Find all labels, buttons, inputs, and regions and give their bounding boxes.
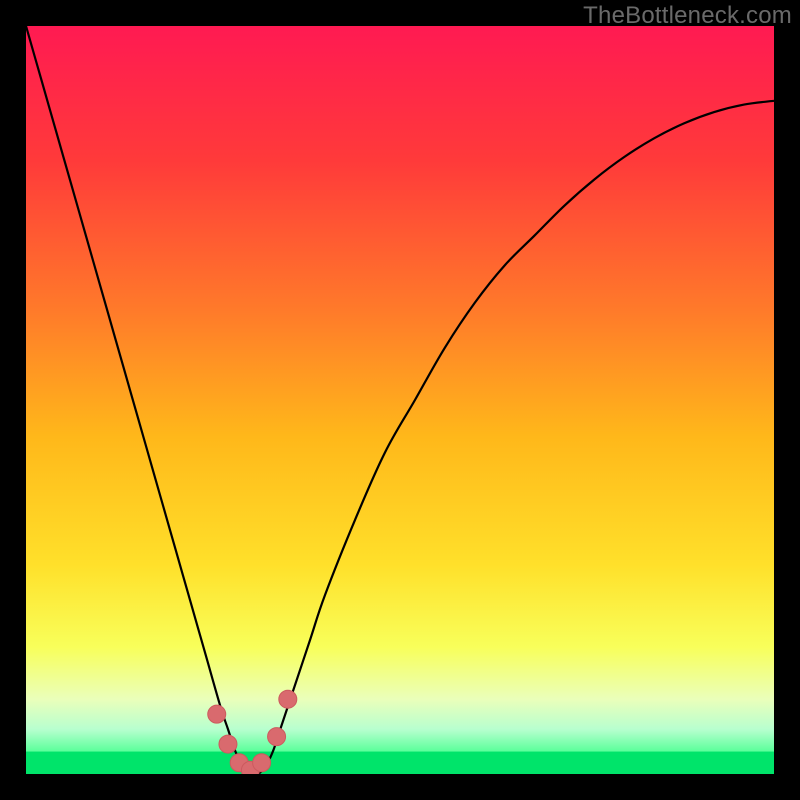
chart-frame: [26, 26, 774, 774]
curve-marker: [268, 728, 286, 746]
chart-svg: [26, 26, 774, 774]
gradient-background: [26, 26, 774, 774]
curve-marker: [253, 754, 271, 772]
curve-marker: [208, 705, 226, 723]
green-band: [26, 752, 774, 774]
curve-marker: [279, 690, 297, 708]
curve-marker: [219, 735, 237, 753]
